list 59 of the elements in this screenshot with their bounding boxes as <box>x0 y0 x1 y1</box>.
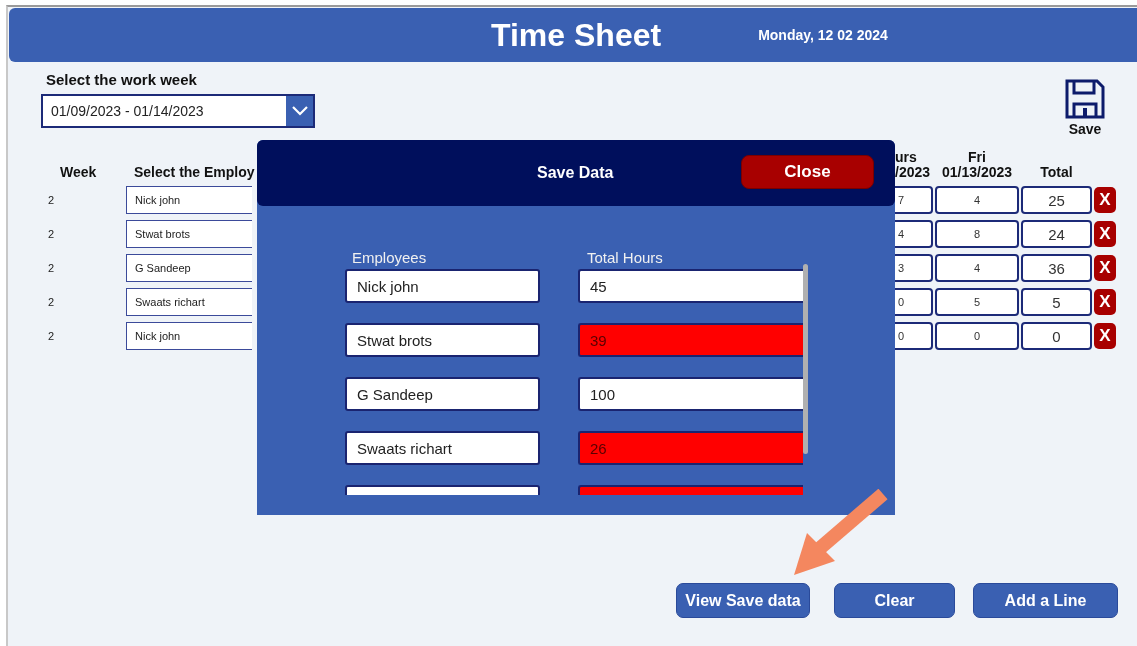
employee-field[interactable]: Stwat brots <box>345 323 540 357</box>
employee-field[interactable]: Nick john <box>126 186 252 214</box>
column-header: Fri <box>968 150 986 165</box>
delete-button[interactable]: X <box>1094 221 1116 247</box>
total-field[interactable]: 5 <box>1021 288 1092 316</box>
hours-field[interactable]: 0 <box>935 322 1019 350</box>
hours-field[interactable]: 7 <box>895 186 933 214</box>
action-button[interactable]: Add a Line <box>973 583 1118 618</box>
scrollbar[interactable] <box>803 264 808 454</box>
hours-field[interactable]: 4 <box>935 254 1019 282</box>
employee-field[interactable]: G Sandeep <box>126 254 252 282</box>
app-title: Time Sheet <box>491 16 662 54</box>
action-button[interactable]: Clear <box>834 583 955 618</box>
week-cell-text: 2 <box>47 296 56 308</box>
week-cell-text: 2 <box>47 262 56 274</box>
column-header: 01/13/2023 <box>941 165 1013 180</box>
save-label: Save <box>1068 121 1102 137</box>
employee-field[interactable]: Nick john <box>126 322 252 350</box>
dialog-title: Save Data <box>537 164 614 182</box>
column-header: Week <box>59 164 98 180</box>
hours-field[interactable]: 0 <box>895 288 933 316</box>
column-header: Select the Employ <box>134 164 255 180</box>
hours-field[interactable]: 4 <box>895 220 933 248</box>
employee-field[interactable]: Nick john <box>345 269 540 303</box>
hours-field[interactable]: 8 <box>935 220 1019 248</box>
action-button[interactable]: View Save data <box>676 583 810 618</box>
close-button[interactable]: Close <box>741 155 874 189</box>
delete-button[interactable]: X <box>1094 187 1116 213</box>
week-cell-text: 2 <box>47 330 56 342</box>
employee-field[interactable]: G Sandeep <box>345 377 540 411</box>
hours-field[interactable]: 45 <box>578 269 803 303</box>
hours-field[interactable]: 0 <box>895 322 933 350</box>
hours-field[interactable]: 4 <box>935 186 1019 214</box>
total-field[interactable]: 0 <box>1021 322 1092 350</box>
column-label: Employees <box>352 249 428 268</box>
employee-field[interactable]: Swaats richart <box>345 431 540 465</box>
total-field[interactable]: 36 <box>1021 254 1092 282</box>
total-field[interactable]: 24 <box>1021 220 1092 248</box>
field-label: Select the work week <box>46 71 198 88</box>
delete-button[interactable]: X <box>1094 289 1116 315</box>
column-header: urs <box>895 150 917 165</box>
hours-field[interactable]: 5 <box>935 288 1019 316</box>
week-cell-text: 2 <box>47 228 56 240</box>
column-header: Total <box>1040 165 1073 180</box>
week-dropdown[interactable]: 01/09/2023 - 01/14/2023 <box>41 94 315 128</box>
chevron-down-icon <box>286 96 313 126</box>
hours-field[interactable]: 3 <box>895 254 933 282</box>
employee-field[interactable]: Stwat brots <box>126 220 252 248</box>
delete-button[interactable]: X <box>1094 255 1116 281</box>
total-field[interactable]: 25 <box>1021 186 1092 214</box>
current-date: Monday, 12 02 2024 <box>758 27 888 43</box>
hours-field[interactable]: 100 <box>578 377 803 411</box>
hours-field[interactable]: 39 <box>578 323 803 357</box>
delete-button[interactable]: X <box>1094 323 1116 349</box>
week-cell-text: 2 <box>47 194 56 206</box>
column-label: Total Hours <box>587 249 664 268</box>
column-header: /2023 <box>895 165 931 180</box>
hours-field[interactable]: 26 <box>578 431 803 465</box>
employee-field[interactable]: Swaats richart <box>126 288 252 316</box>
